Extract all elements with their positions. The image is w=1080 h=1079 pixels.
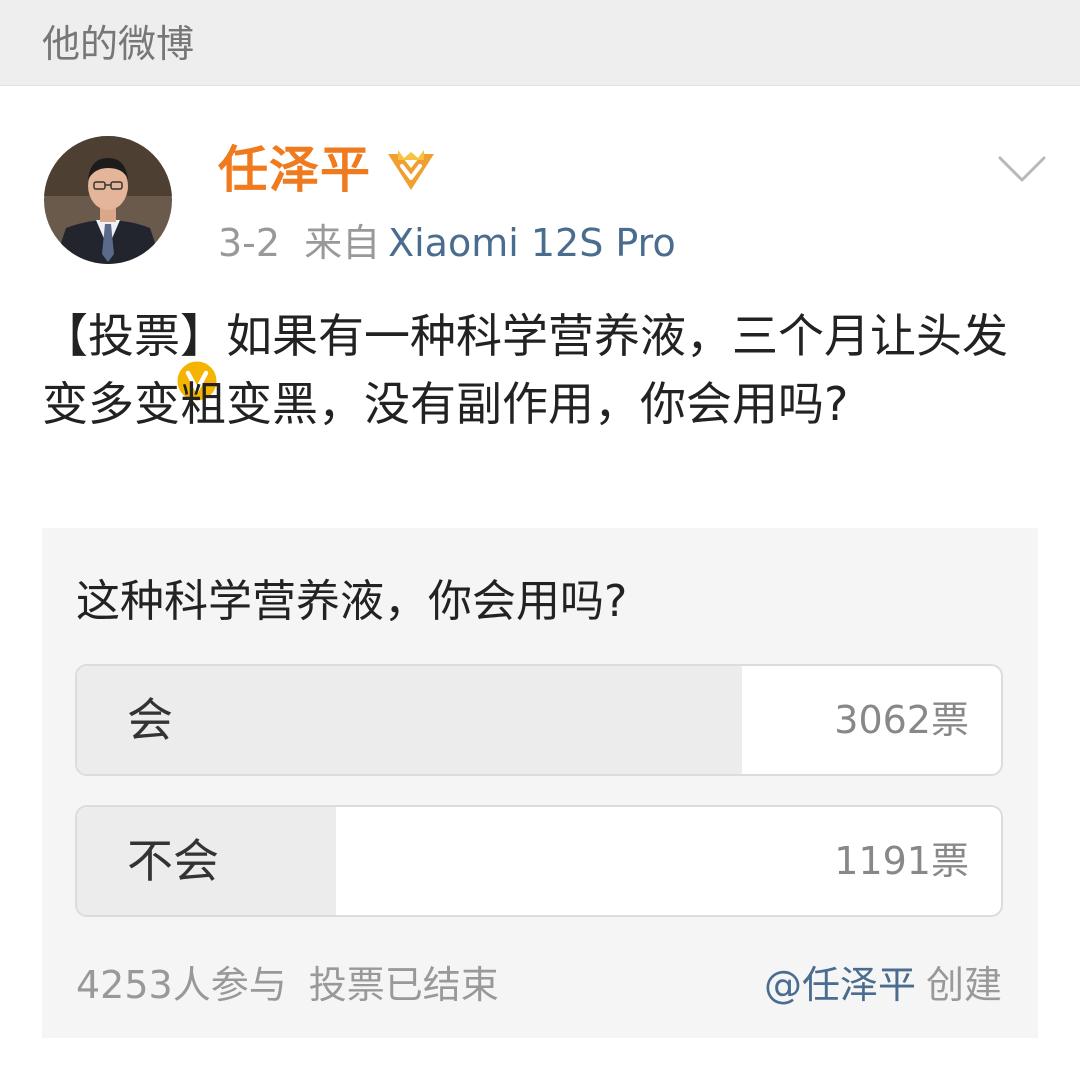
poll-stats: 4253人参与 投票已结束	[76, 960, 499, 1010]
poll-creator-link[interactable]: @任泽平	[764, 963, 916, 1007]
vip-crown-icon[interactable]	[384, 146, 438, 194]
post-text: 【投票】如果有一种科学营养液，三个月让头发变多变粗变黑，没有副作用，你会用吗?	[42, 309, 1008, 431]
top-bar: 他的微博	[0, 0, 1080, 86]
poll-option-label: 不会	[127, 834, 219, 888]
author-name[interactable]: 任泽平	[218, 140, 371, 200]
poll-participants: 4253人参与	[76, 963, 287, 1007]
chevron-down-icon[interactable]	[996, 148, 1048, 188]
avatar[interactable]	[44, 136, 220, 404]
poll-option-label: 会	[127, 693, 173, 747]
poll-card: 这种科学营养液，你会用吗? 会 3062票 不会 1191票 4253人参与 投票…	[42, 528, 1038, 1038]
source-label: 来自	[304, 221, 381, 265]
post-date: 3-2	[218, 221, 281, 265]
poll-status: 投票已结束	[308, 963, 499, 1007]
poll-option-fill	[77, 666, 743, 774]
post-meta: 3-2 来自 Xiaomi 12S Pro	[218, 218, 676, 268]
poll-creator-info: @任泽平 创建	[764, 960, 1002, 1010]
poll-option-yes[interactable]: 会 3062票	[75, 664, 1003, 776]
page-title: 他的微博	[42, 22, 195, 66]
poll-option-count: 3062票	[834, 698, 969, 742]
poll-option-no[interactable]: 不会 1191票	[75, 805, 1003, 917]
poll-option-count: 1191票	[834, 839, 969, 883]
poll-created-label: 创建	[925, 963, 1002, 1007]
poll-question: 这种科学营养液，你会用吗?	[76, 576, 628, 627]
source-device[interactable]: Xiaomi 12S Pro	[388, 221, 676, 265]
